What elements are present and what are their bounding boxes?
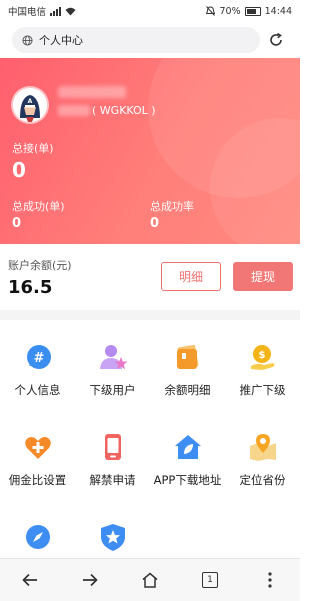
battery-icon <box>244 6 261 16</box>
compass-icon <box>25 525 50 549</box>
profile-header: A ( WGKKOL ) 总接(单) 0 总成功(单) 0 总成功率 0 <box>0 58 300 244</box>
heart-plus-icon <box>24 437 51 459</box>
menu-item-label: APP下载地址 <box>153 473 222 487</box>
username-masked <box>58 86 126 98</box>
tabs-icon: 1 <box>202 572 218 588</box>
browser-bottom-nav: 1 <box>0 558 300 601</box>
coin-hand-icon: $ <box>250 345 274 370</box>
withdraw-button[interactable]: 提现 <box>233 262 293 291</box>
reload-button[interactable] <box>266 30 286 50</box>
menu-item-label: 余额明细 <box>164 383 211 397</box>
menu-item-label: 佣金比设置 <box>8 473 67 487</box>
menu-item-unban-request[interactable]: 解禁申请 <box>75 410 150 500</box>
menu-item-promote[interactable]: $ 推广下级 <box>225 320 300 410</box>
tab-count: 1 <box>207 575 213 585</box>
menu-item-label: 个人信息 <box>14 383 61 397</box>
username-row: ( WGKKOL ) <box>58 104 156 117</box>
success-orders-value: 0 <box>12 216 22 231</box>
svg-text:$: $ <box>258 350 265 361</box>
map-pin-icon <box>249 434 276 461</box>
success-rate-label: 总成功率 <box>150 200 194 213</box>
menu-item-label: 下级用户 <box>89 383 136 397</box>
carrier-label: 中国电信 <box>8 7 47 18</box>
page-title: 个人中心 <box>39 34 83 47</box>
status-bar: 中国电信 70% 14:44 <box>0 0 300 22</box>
address-field[interactable]: 个人中心 <box>12 27 260 53</box>
chat-hash-icon: # <box>26 345 51 369</box>
menu-item-label: 解禁申请 <box>89 473 136 487</box>
menu-item-app-download[interactable]: APP下载地址 <box>150 410 225 500</box>
menu-item-subordinate-users[interactable]: 下级用户 <box>75 320 150 410</box>
home-button[interactable] <box>130 560 170 600</box>
battery-percent: 70% <box>219 5 241 17</box>
menu-item-commission-settings[interactable]: 佣金比设置 <box>0 410 75 500</box>
svg-text:A: A <box>28 98 33 105</box>
menu-item-profile-info[interactable]: # 个人信息 <box>0 320 75 410</box>
menu-item-locate-province[interactable]: 定位省份 <box>225 410 300 500</box>
menu-item-balance-details[interactable]: 余额明细 <box>150 320 225 410</box>
arrow-right-icon <box>83 573 98 587</box>
total-orders-value: 0 <box>12 158 26 182</box>
menu-item-compass[interactable] <box>0 500 75 558</box>
more-button[interactable] <box>250 560 290 600</box>
back-button[interactable] <box>10 560 50 600</box>
balance-value: 16.5 <box>8 277 53 298</box>
avatar[interactable]: A <box>13 88 47 122</box>
house-leaf-icon <box>174 435 201 459</box>
home-icon <box>142 572 158 588</box>
phone-icon <box>104 434 121 460</box>
username-suffix: ( WGKKOL ) <box>92 104 156 117</box>
clock: 14:44 <box>264 5 292 17</box>
section-divider <box>0 310 300 320</box>
user-star-icon <box>99 345 127 370</box>
total-orders-label: 总接(单) <box>12 142 54 155</box>
forward-button[interactable] <box>70 560 110 600</box>
shield-star-icon <box>100 524 125 551</box>
menu-item-shield[interactable] <box>75 500 150 558</box>
balance-label: 账户余额(元) <box>8 259 72 272</box>
menu-item-label: 定位省份 <box>239 473 286 487</box>
svg-text:#: # <box>33 351 44 366</box>
address-bar: 个人中心 <box>0 22 300 58</box>
success-orders-label: 总成功(单) <box>12 200 65 213</box>
mute-bell-icon <box>206 6 216 16</box>
tabs-button[interactable]: 1 <box>190 560 230 600</box>
details-button[interactable]: 明细 <box>161 262 221 291</box>
wallet-cards-icon <box>176 344 198 370</box>
signal-icon <box>50 6 62 16</box>
globe-icon <box>22 34 33 46</box>
menu-item-label: 推广下级 <box>239 383 286 397</box>
more-vertical-icon <box>268 572 272 588</box>
menu-grid: # 个人信息 下级用户 余额明细 $ 推广下级 佣金比设置 解禁申请 APP下载… <box>0 320 300 558</box>
balance-section: 账户余额(元) 16.5 明细 提现 <box>0 244 300 310</box>
wifi-icon <box>65 7 76 15</box>
arrow-left-icon <box>22 573 37 587</box>
success-rate-value: 0 <box>150 216 160 231</box>
username-masked-part <box>58 105 90 116</box>
reload-icon <box>270 32 282 46</box>
captain-avatar-icon: A <box>13 88 47 122</box>
